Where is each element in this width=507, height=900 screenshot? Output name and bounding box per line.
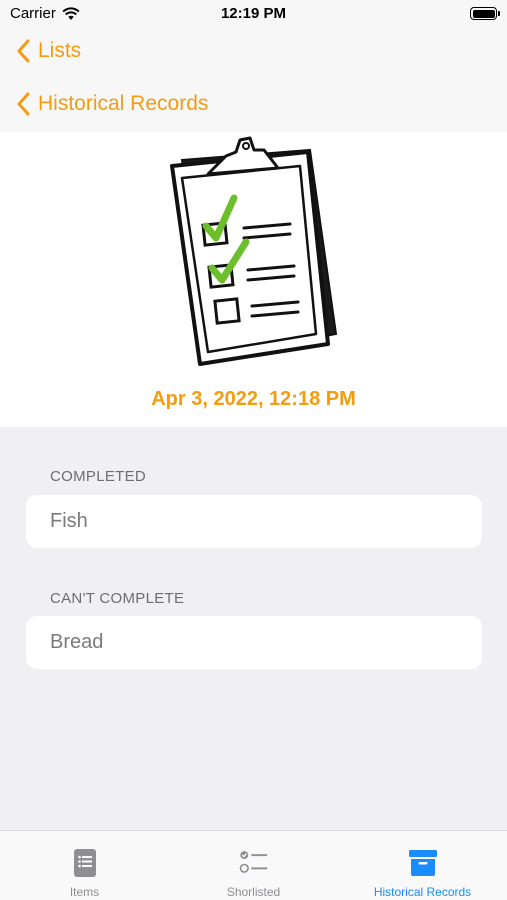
status-time: 12:19 PM — [220, 5, 287, 22]
tab-items[interactable]: Items — [0, 831, 169, 900]
back-lists-label: Lists — [38, 39, 82, 62]
archive-box-icon — [408, 850, 437, 876]
tab-label: Historical Records — [373, 885, 472, 899]
record-date: Apr 3, 2022, 12:18 PM — [151, 388, 356, 410]
back-history-label: Historical Records — [38, 92, 209, 115]
list-doc-icon — [73, 849, 96, 877]
section-header-completed: COMPLETED — [50, 468, 147, 485]
tab-historical-records[interactable]: Historical Records — [338, 831, 507, 900]
tab-label: Shorlisted — [226, 885, 281, 899]
list-item[interactable]: Fish — [26, 495, 482, 548]
clipboard-checklist-illustration — [170, 136, 338, 366]
battery-icon — [470, 7, 500, 20]
navigation-area: Carrier 12:19 PM Lists Historical Record… — [0, 0, 507, 132]
list-item[interactable]: Bread — [26, 616, 482, 669]
tab-bar: Items Shorlisted Historical Records — [0, 830, 507, 900]
chevron-left-icon — [17, 39, 30, 63]
tab-shortlisted[interactable]: Shorlisted — [169, 831, 338, 900]
back-to-lists-button[interactable]: Lists — [16, 39, 81, 63]
back-to-historical-records-button[interactable]: Historical Records — [16, 92, 208, 116]
status-bar: Carrier 12:19 PM — [0, 0, 507, 28]
record-header: Apr 3, 2022, 12:18 PM — [0, 132, 507, 427]
chevron-left-icon — [17, 92, 30, 116]
checklist-icon — [239, 851, 267, 873]
section-header-cant-complete: CAN'T COMPLETE — [50, 590, 185, 607]
tab-label: Items — [69, 885, 100, 899]
